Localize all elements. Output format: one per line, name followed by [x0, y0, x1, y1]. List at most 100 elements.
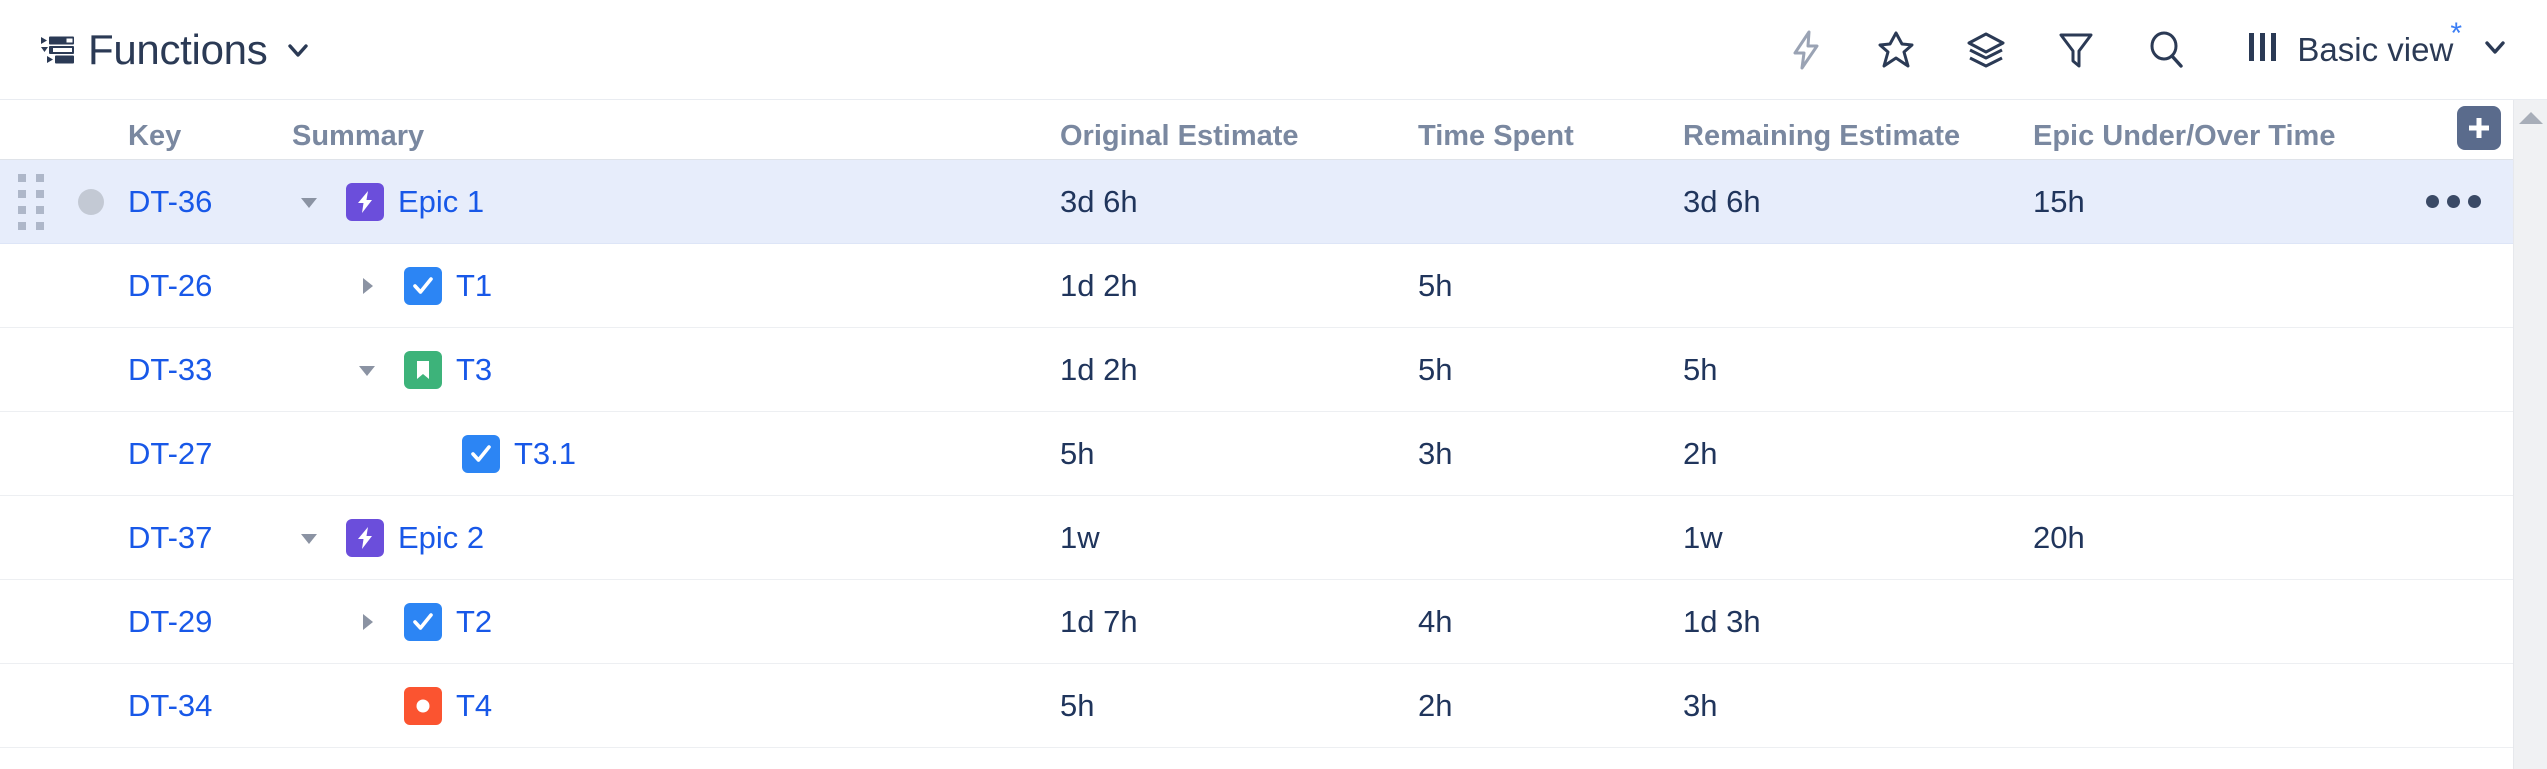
issue-key-link[interactable]: DT-29 — [128, 604, 212, 639]
column-header-epic-under-over-time[interactable]: Epic Under/Over Time — [2033, 120, 2393, 153]
original-estimate-cell-value: 1d 2h — [1060, 267, 1138, 303]
column-header-time-spent-label: Time Spent — [1418, 120, 1574, 152]
column-header-original-estimate[interactable]: Original Estimate — [1060, 120, 1418, 153]
collapse-triangle-icon[interactable] — [292, 190, 326, 214]
time-spent-cell-value: 4h — [1418, 603, 1453, 639]
issue-summary-link[interactable]: T2 — [456, 604, 492, 640]
issue-summary-link[interactable]: Epic 1 — [398, 184, 484, 220]
columns-icon[interactable] — [2245, 28, 2281, 71]
column-header-original-estimate-label: Original Estimate — [1060, 120, 1299, 152]
table-row[interactable]: DT-27 T3.1 5h 3h 2h — [0, 412, 2513, 496]
column-header-time-spent[interactable]: Time Spent — [1418, 120, 1683, 153]
remaining-estimate-cell-value: 5h — [1683, 351, 1718, 387]
view-selector[interactable]: Basic view* — [2245, 18, 2509, 71]
row-actions-cell — [2393, 189, 2513, 214]
issue-summary-link[interactable]: T4 — [456, 688, 492, 724]
vertical-scrollbar[interactable] — [2513, 100, 2547, 769]
table-row[interactable]: DT-34 T4 5h 2h 3h — [0, 664, 2513, 748]
grid-body: Key Summary Original Estimate Time Spent… — [0, 100, 2513, 769]
original-estimate-cell-value: 5h — [1060, 435, 1095, 471]
remaining-estimate-cell-value: 1w — [1683, 519, 1723, 555]
time-spent-cell: 2h — [1418, 688, 1683, 724]
issue-summary-cell: T2 — [292, 602, 1060, 641]
issue-key-link[interactable]: DT-27 — [128, 436, 212, 471]
column-header-key[interactable]: Key — [120, 120, 292, 153]
epic-under-over-time-cell: 15h — [2033, 184, 2393, 220]
more-actions-button[interactable] — [2420, 189, 2487, 214]
original-estimate-cell: 3d 6h — [1060, 184, 1418, 220]
story-type-icon — [404, 350, 442, 389]
pin-icon[interactable] — [1875, 29, 1917, 71]
issue-key-link[interactable]: DT-34 — [128, 688, 212, 723]
time-spent-cell: 3h — [1418, 436, 1683, 472]
remaining-estimate-cell: 1d 3h — [1683, 604, 2033, 640]
toolbar: Functions Basic view* — [0, 0, 2547, 100]
issue-table: Key Summary Original Estimate Time Spent… — [0, 100, 2547, 769]
epic-under-over-time-cell-value: 20h — [2033, 519, 2085, 555]
issue-summary-link[interactable]: T1 — [456, 268, 492, 304]
column-header-key-label: Key — [128, 120, 182, 152]
column-header-epic-under-over-time-label: Epic Under/Over Time — [2033, 120, 2336, 152]
remaining-estimate-cell-value: 3d 6h — [1683, 183, 1761, 219]
scroll-up-arrow-icon[interactable] — [2514, 100, 2547, 136]
drag-handle-icon[interactable] — [18, 173, 44, 230]
remaining-estimate-cell: 3h — [1683, 688, 2033, 724]
chevron-down-icon[interactable] — [281, 37, 311, 63]
remaining-estimate-cell-value: 2h — [1683, 435, 1718, 471]
bug-type-icon — [404, 686, 442, 725]
issue-key-link[interactable]: DT-26 — [128, 268, 212, 303]
issue-key-cell: DT-29 — [120, 604, 292, 640]
page-title-dropdown[interactable]: Functions — [40, 26, 311, 74]
collapse-triangle-icon[interactable] — [292, 526, 326, 550]
remaining-estimate-cell: 3d 6h — [1683, 184, 2033, 220]
drag-handle[interactable] — [0, 173, 62, 230]
time-spent-cell: 5h — [1418, 352, 1683, 388]
add-column-button[interactable] — [2457, 106, 2501, 150]
table-row[interactable]: DT-26 T1 1d 2h 5h — [0, 244, 2513, 328]
issue-summary-cell: T1 — [292, 266, 1060, 305]
column-header-remaining-estimate[interactable]: Remaining Estimate — [1683, 120, 2033, 153]
original-estimate-cell: 1w — [1060, 520, 1418, 556]
column-header-summary-label: Summary — [292, 120, 425, 152]
task-type-icon — [404, 266, 442, 305]
original-estimate-cell: 5h — [1060, 436, 1418, 472]
issue-key-link[interactable]: DT-36 — [128, 184, 212, 219]
expand-triangle-icon[interactable] — [350, 274, 384, 298]
table-rows: DT-36 Epic 1 3d 6h 3d 6h 15h DT-26 T1 1d 2h 5h DT… — [0, 160, 2513, 748]
time-spent-cell-value: 2h — [1418, 687, 1453, 723]
filter-funnel-icon[interactable] — [2055, 29, 2097, 71]
expand-triangle-icon[interactable] — [350, 610, 384, 634]
toolbar-actions: Basic view* — [1785, 18, 2509, 71]
automation-lightning-icon[interactable] — [1785, 29, 1827, 71]
epic-under-over-time-cell: 20h — [2033, 520, 2393, 556]
table-row[interactable]: DT-33 T3 1d 2h 5h 5h — [0, 328, 2513, 412]
issue-key-cell: DT-33 — [120, 352, 292, 388]
structure-tree-icon — [40, 35, 74, 65]
collapse-triangle-icon[interactable] — [350, 358, 384, 382]
layers-icon[interactable] — [1965, 29, 2007, 71]
issue-summary-cell: Epic 1 — [292, 182, 1060, 221]
issue-summary-link[interactable]: T3.1 — [514, 436, 576, 472]
table-row[interactable]: DT-29 T2 1d 7h 4h 1d 3h — [0, 580, 2513, 664]
time-spent-cell-value: 3h — [1418, 435, 1453, 471]
issue-summary-link[interactable]: Epic 2 — [398, 520, 484, 556]
remaining-estimate-cell-value: 1d 3h — [1683, 603, 1761, 639]
issue-key-link[interactable]: DT-37 — [128, 520, 212, 555]
column-header-summary[interactable]: Summary — [292, 120, 1060, 153]
table-row[interactable]: DT-37 Epic 2 1w 1w 20h — [0, 496, 2513, 580]
plus-icon — [2469, 118, 2489, 138]
task-type-icon — [462, 434, 500, 473]
view-modified-marker: * — [2450, 16, 2462, 50]
chevron-down-icon[interactable] — [2481, 34, 2509, 65]
task-type-icon — [404, 602, 442, 641]
table-row[interactable]: DT-36 Epic 1 3d 6h 3d 6h 15h — [0, 160, 2513, 244]
epic-type-icon — [346, 518, 384, 557]
scrollbar-thumb[interactable] — [2520, 140, 2541, 270]
search-icon[interactable] — [2145, 29, 2187, 71]
original-estimate-cell: 5h — [1060, 688, 1418, 724]
issue-summary-cell: T3.1 — [292, 434, 1060, 473]
row-status-dot — [62, 188, 120, 215]
issue-key-link[interactable]: DT-33 — [128, 352, 212, 387]
issue-key-cell: DT-36 — [120, 184, 292, 220]
issue-summary-link[interactable]: T3 — [456, 352, 492, 388]
